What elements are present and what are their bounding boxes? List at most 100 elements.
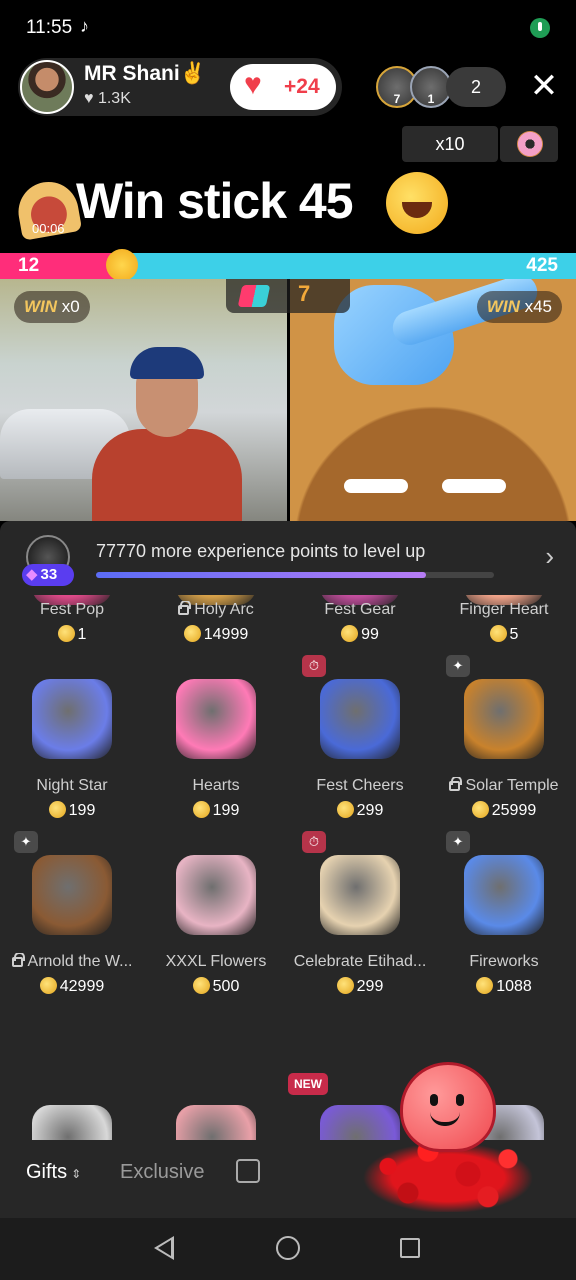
heart-character-icon [400, 1062, 496, 1152]
gift-name-text: Arnold the W... [27, 953, 133, 970]
home-icon[interactable] [276, 1236, 300, 1260]
person-shape [92, 429, 242, 521]
gift-name-text: Finger Heart [459, 601, 549, 618]
tab-gifts-label: Gifts [26, 1161, 68, 1183]
gift-price-value: 199 [68, 802, 96, 819]
gift-name: Holy Arc [144, 601, 288, 619]
host-likes: ♥ 1.3K [84, 90, 131, 107]
gift-price: 25999 [432, 801, 576, 820]
heart-body-shape [400, 1062, 496, 1152]
coin-icon [471, 801, 489, 818]
recent-apps-icon[interactable] [400, 1238, 420, 1258]
gift-price-value: 1 [77, 626, 87, 643]
gift-name: Celebrate Etihad... [288, 953, 432, 971]
backpack-icon[interactable] [236, 1159, 260, 1183]
special-badge-icon: ✦ [446, 655, 470, 677]
left-stream[interactable]: WIN x0 [0, 279, 287, 521]
host-info[interactable]: MR Shani✌️ ♥ 1.3K ♥ +24 [18, 58, 342, 116]
clock: 11:55 [26, 17, 73, 38]
lock-icon [11, 953, 25, 967]
gift-price-value: 5 [509, 626, 519, 643]
gift-name-text: Fest Gear [324, 601, 396, 618]
right-stream[interactable]: WIN x45 [290, 279, 576, 521]
level-number: 33 [40, 566, 58, 583]
battle-round-badge: 7 [226, 279, 350, 313]
level-progress-text: 77770 more experience points to level up [96, 541, 426, 561]
gift-price-value: 14999 [203, 626, 249, 643]
gift-price: 500 [144, 977, 288, 996]
right-score: 425 [526, 255, 558, 276]
gift-item[interactable]: Arnold the W... 42999 ✦ [0, 831, 144, 1069]
round-number: 7 [298, 281, 311, 306]
gift-icon [176, 679, 256, 759]
stream-title-row: 00:06 Win stick 45 [13, 170, 558, 241]
level-progress-row[interactable]: ◆ 33 77770 more experience points to leve… [0, 521, 576, 595]
gift-name: Fest Gear [288, 601, 432, 619]
lock-icon [178, 601, 192, 615]
gift-price: 1088 [432, 977, 576, 996]
system-nav-bar [0, 1218, 576, 1280]
gift-name: Night Star [0, 777, 144, 795]
coin-icon [476, 977, 494, 994]
coin-icon [341, 625, 359, 642]
gift-icon [464, 855, 544, 935]
viewer-count[interactable]: 2 [446, 67, 506, 107]
viewer-rank: 1 [427, 92, 435, 106]
microphone-icon [530, 18, 550, 38]
gift-name: Hearts [144, 777, 288, 795]
donut-gift-icon[interactable] [500, 126, 558, 162]
gift-name: Solar Temple [432, 777, 576, 795]
gift-icon [32, 1105, 112, 1140]
coin-icon [192, 977, 210, 994]
host-name: MR Shani✌️ [84, 62, 206, 85]
gift-price: 1 [0, 625, 144, 644]
eyebrow-shape [442, 479, 506, 493]
gift-item[interactable] [144, 1069, 288, 1140]
gift-combo[interactable]: x10 [402, 126, 558, 162]
gift-name: Fest Pop [0, 601, 144, 619]
gift-name-text: Fireworks [469, 953, 539, 970]
host-avatar[interactable] [20, 60, 74, 114]
lock-icon [449, 777, 463, 791]
laughing-emoji-icon [386, 172, 448, 234]
gift-price: 42999 [0, 977, 144, 996]
gift-icon [320, 1105, 400, 1140]
heart-icon: ♥ [244, 68, 262, 101]
follow-button[interactable]: ♥ +24 [230, 64, 336, 110]
close-button[interactable]: ✕ [526, 68, 562, 104]
back-icon[interactable] [154, 1236, 174, 1260]
gift-price: 199 [0, 801, 144, 820]
gift-price: 5 [432, 625, 576, 644]
gift-item[interactable] [0, 1069, 144, 1140]
cap-shape [130, 347, 204, 379]
level-number-badge: ◆ 33 [22, 564, 74, 586]
special-badge-icon: ✦ [446, 831, 470, 853]
gift-price-value: 99 [361, 626, 379, 643]
coin-icon [489, 625, 507, 642]
gift-name-text: Holy Arc [194, 601, 254, 618]
tab-exclusive[interactable]: Exclusive [120, 1161, 204, 1184]
gift-price: 199 [144, 801, 288, 820]
gift-item[interactable]: Celebrate Etihad... 299 ⏱ [288, 831, 432, 1069]
gift-timer: 00:06 [32, 221, 65, 236]
gift-price-value: 299 [356, 802, 384, 819]
gift-price-value: 299 [356, 978, 384, 995]
gift-name-text: XXXL Flowers [165, 953, 267, 970]
multiplier-label[interactable]: x10 [402, 126, 498, 162]
top-viewers[interactable]: 7 1 2 [376, 66, 506, 108]
battle-video[interactable]: WIN x0 WIN x45 7 [0, 279, 576, 521]
chevron-right-icon[interactable]: › [545, 541, 554, 572]
gift-icon [464, 679, 544, 759]
tab-gifts[interactable]: Gifts ⇕ [26, 1161, 81, 1184]
gift-icon [32, 679, 112, 759]
gift-item[interactable]: Fireworks 1088 ✦ [432, 831, 576, 1069]
sort-icon: ⇕ [71, 1167, 82, 1181]
special-badge-icon: ✦ [14, 831, 38, 853]
win-label: WIN [486, 297, 520, 316]
battle-score-bar: 12 425 [0, 249, 576, 281]
eyebrow-shape [344, 479, 408, 493]
gift-name: Fest Cheers [288, 777, 432, 795]
level-progress-bar [96, 572, 494, 578]
coin-icon [336, 801, 354, 818]
gift-item[interactable]: XXXL Flowers 500 [144, 855, 288, 1069]
